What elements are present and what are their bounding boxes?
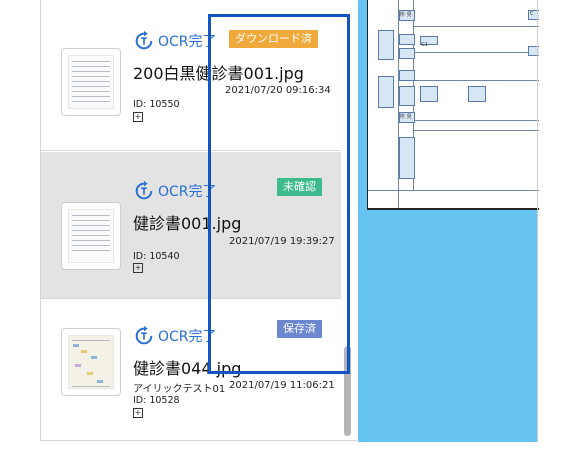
preview-label: G1 [421,42,429,48]
highlight-box [208,14,350,374]
refresh-icon [135,325,153,345]
preview-label: C [530,11,534,17]
refresh-icon [135,180,153,200]
preview-label: 所 見 [400,114,412,120]
document-thumbnail[interactable] [61,202,121,270]
document-preview: 所 見 G1 所 見 C [367,0,539,210]
window-edge [537,0,538,442]
record-id: ID: 10540 [133,251,180,262]
document-thumbnail[interactable] [61,48,121,116]
subtitle: アイリックテスト01 [133,384,226,395]
preview-label: 所 見 [400,12,412,18]
record-id: ID: 10528 [133,395,180,406]
ocr-status: OCR完了 [133,30,217,52]
expand-icon[interactable]: + [133,112,143,122]
expand-icon[interactable]: + [133,263,143,273]
document-thumbnail[interactable] [61,328,121,396]
timestamp: 2021/07/19 11:06:21 [229,380,335,391]
refresh-icon [135,30,153,50]
record-id: ID: 10550 [133,99,180,110]
ocr-status: OCR完了 [133,325,217,347]
ocr-status: OCR完了 [133,180,217,202]
expand-icon[interactable]: + [133,408,143,418]
